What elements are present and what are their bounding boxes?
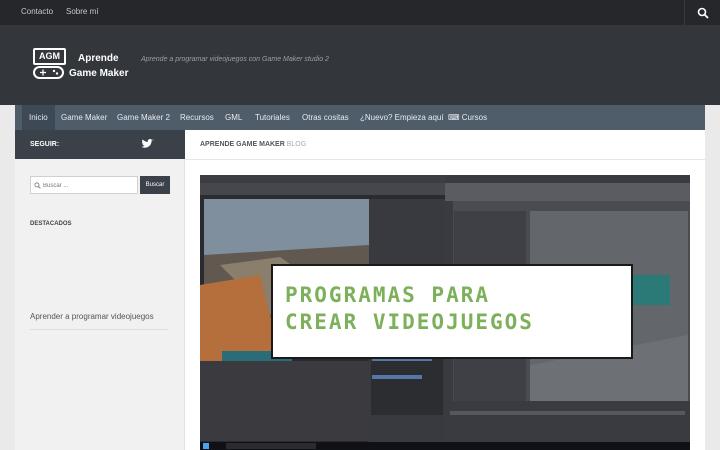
social-bar: SEGUIR:: [15, 130, 185, 159]
search-icon: [34, 182, 41, 189]
twitter-icon[interactable]: [142, 139, 154, 149]
featured-image[interactable]: PROGRAMAS PARA CREAR VIDEOJUEGOS: [200, 175, 690, 450]
destacados-heading: DESTACADOS: [30, 221, 72, 227]
main-content: APRENDE GAME MAKER BLOG PROGRAMAS PARA C…: [185, 130, 705, 450]
main-nav: Inicio Game Maker Game Maker 2 Recursos …: [15, 105, 705, 130]
sidebar-search-button[interactable]: Buscar: [140, 176, 170, 194]
nav-item-recursos[interactable]: Recursos: [173, 105, 221, 130]
gamepad-icon: [33, 66, 64, 79]
site-header: [0, 25, 720, 105]
top-bar: Contacto Sobre mí: [0, 0, 720, 25]
nav-item-tutoriales[interactable]: Tutoriales: [248, 105, 297, 130]
divider: [30, 329, 168, 330]
breadcrumb-site[interactable]: APRENDE GAME MAKER: [200, 141, 285, 148]
site-tagline: Aprende a programar videojuegos con Game…: [141, 56, 329, 63]
breadcrumb-blog: BLOG: [286, 141, 307, 148]
site-logo[interactable]: AGM: [33, 48, 66, 65]
search-icon: [697, 7, 709, 19]
sidebar-search-input[interactable]: [43, 180, 135, 191]
nav-item-game-maker-2[interactable]: Game Maker 2: [110, 105, 177, 130]
image-title-line2: CREAR VIDEOJUEGOS: [285, 310, 534, 334]
image-title-line1: PROGRAMAS PARA: [285, 283, 491, 307]
search-toggle-button[interactable]: [684, 0, 720, 25]
nav-item-nuevo[interactable]: ¿Nuevo? Empieza aquí: [353, 105, 451, 130]
divider: [185, 159, 705, 160]
featured-post-link[interactable]: Aprender a programar videojuegos: [30, 312, 154, 321]
nav-item-game-maker[interactable]: Game Maker: [54, 105, 114, 130]
nav-item-gml[interactable]: GML: [218, 105, 249, 130]
contacto-link[interactable]: Contacto: [21, 7, 53, 16]
nav-item-otras-cositas[interactable]: Otras cositas: [295, 105, 356, 130]
logo-title-line2[interactable]: Game Maker: [69, 68, 128, 79]
logo-title-line1[interactable]: Aprende: [78, 53, 119, 64]
image-title-box: PROGRAMAS PARA CREAR VIDEOJUEGOS: [271, 264, 633, 359]
breadcrumb: APRENDE GAME MAKER BLOG: [200, 141, 306, 148]
sidebar-search-field[interactable]: [30, 176, 138, 194]
sobre-mi-link[interactable]: Sobre mí: [66, 7, 98, 16]
nav-item-inicio[interactable]: Inicio: [22, 105, 55, 130]
seguir-label: SEGUIR:: [30, 141, 60, 148]
sidebar: SEGUIR: Buscar DESTACADOS Aprender a pro…: [15, 130, 185, 450]
nav-item-cursos[interactable]: ⌨ Cursos: [441, 105, 494, 130]
